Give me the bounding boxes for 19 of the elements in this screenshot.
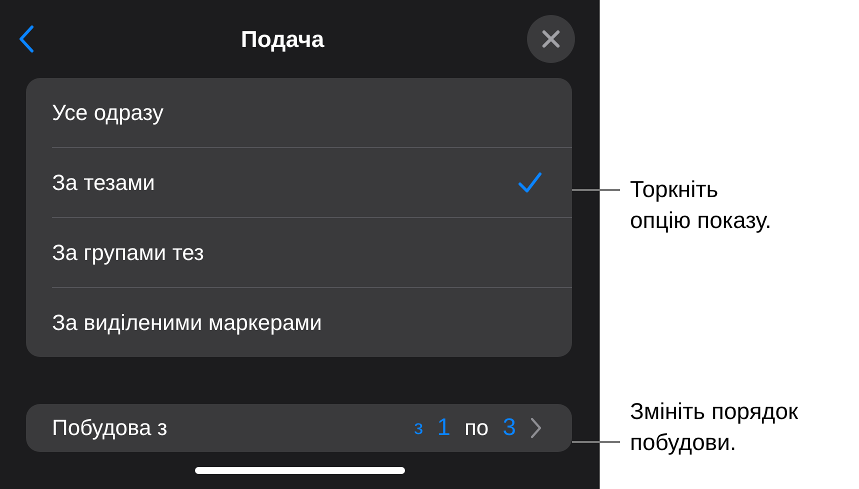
leader-line [572,189,620,191]
panel-title: Подача [240,26,324,52]
to-value: 3 [502,414,516,442]
close-button[interactable] [527,15,575,63]
chevron-left-icon [18,25,34,53]
close-icon [542,30,560,48]
callout-text: Змініть порядок побудови. [630,397,798,457]
build-label: Побудова з [52,415,168,441]
chevron-right-icon [530,417,542,439]
callout-text: Торкніть опцію показу. [630,175,772,235]
to-prefix: по [464,415,489,441]
leader-line [572,441,620,443]
from-prefix: з [414,416,424,440]
option-row[interactable]: За тезами [52,148,572,217]
option-row[interactable]: За виділеними маркерами [52,288,572,357]
option-row[interactable]: Усе одразу [52,78,572,147]
from-value: 1 [437,414,450,442]
option-row[interactable]: За групами тез [52,218,572,287]
build-order-row[interactable]: Побудова з з 1 по 3 [26,404,572,452]
